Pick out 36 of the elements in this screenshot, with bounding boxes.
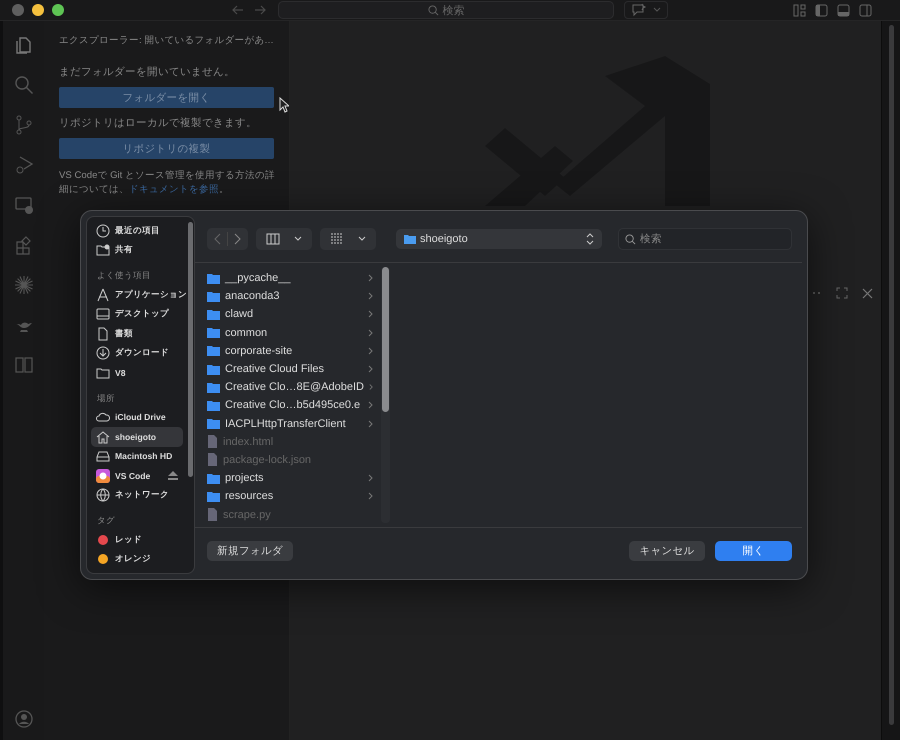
section-heading: タグ: [96, 514, 116, 527]
sidebar-item[interactable]: Macintosh HD: [91, 446, 183, 466]
file-item[interactable]: common: [207, 324, 373, 342]
new-folder-button[interactable]: 新規フォルダ: [207, 541, 293, 561]
section-heading: 場所: [96, 392, 116, 404]
open-button[interactable]: 開く: [715, 541, 792, 561]
sidebar-item[interactable]: 最近の項目: [91, 221, 183, 240]
explorer-title: エクスプローラー: 開いているフォルダーがあ…: [59, 34, 274, 46]
search-field[interactable]: 検索: [618, 228, 792, 250]
file-item[interactable]: clawd: [207, 305, 373, 324]
file-item[interactable]: Creative Cloud Files: [207, 360, 373, 378]
section-heading: よく使う項目: [96, 269, 152, 282]
sidebar-item[interactable]: ネットワーク: [91, 486, 183, 505]
file-item[interactable]: anaconda3: [207, 287, 373, 306]
sidebar-item[interactable]: iCloud Drive: [91, 408, 183, 427]
sidebar-item[interactable]: オレンジ: [91, 550, 183, 569]
sidebar-item[interactable]: レッド: [91, 530, 183, 550]
sidebar-item[interactable]: V8: [91, 363, 183, 382]
clone-message: リポジトリはローカルで複製できます。: [59, 116, 258, 130]
sidebar-item[interactable]: ダウンロード: [91, 344, 183, 363]
file-item[interactable]: projects: [207, 469, 373, 488]
help-text: VS Codeで Git とソース管理を使用する方法の詳細については、ドキュメントを参照。: [59, 169, 276, 197]
file-item[interactable]: Creative Clo…8E@AdobeID: [207, 378, 373, 396]
location-popup[interactable]: shoeigoto: [396, 229, 602, 249]
sidebar-item[interactable]: デスクトップ: [91, 304, 183, 324]
file-item[interactable]: Creative Clo…b5d495ce0.e: [207, 396, 373, 414]
file-item[interactable]: corporate-site: [207, 342, 373, 360]
sidebar-item[interactable]: 共有: [91, 240, 183, 260]
file-item[interactable]: __pycache__: [207, 269, 373, 288]
sidebar-item[interactable]: 書類: [91, 324, 183, 344]
file-item[interactable]: IACPLHttpTransferClient: [207, 414, 373, 433]
cancel-button[interactable]: キャンセル: [629, 541, 705, 561]
sidebar-item[interactable]: VS Code: [91, 466, 183, 486]
file-item[interactable]: resources: [207, 487, 373, 506]
no-folder-message: まだフォルダーを開いていません。: [59, 65, 236, 79]
sidebar-item[interactable]: shoeigoto: [91, 427, 183, 446]
